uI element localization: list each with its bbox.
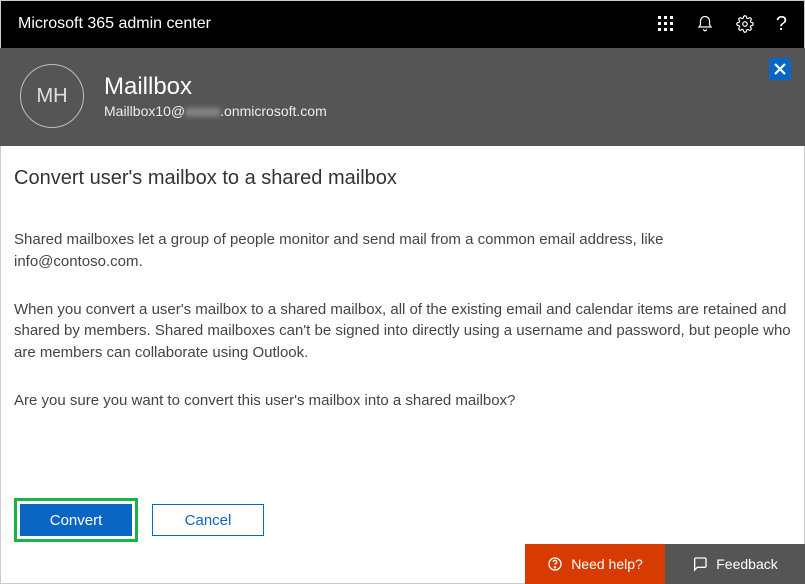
section-heading: Convert user's mailbox to a shared mailb… xyxy=(14,164,791,193)
feedback-label: Feedback xyxy=(716,556,777,572)
action-bar: Convert Cancel xyxy=(14,498,264,542)
panel-identity: Maillbox Maillbox10@xxxxx.onmicrosoft.co… xyxy=(104,73,327,119)
app-title: Microsoft 365 admin center xyxy=(18,15,658,33)
close-button[interactable] xyxy=(769,58,791,80)
feedback-button[interactable]: Feedback xyxy=(665,544,805,584)
paragraph-2: When you convert a user's mailbox to a s… xyxy=(14,299,791,364)
topbar-icons: ? xyxy=(658,13,787,36)
settings-icon[interactable] xyxy=(736,15,754,33)
notifications-icon[interactable] xyxy=(696,15,714,33)
content: Convert user's mailbox to a shared mailb… xyxy=(0,146,805,412)
convert-highlight: Convert xyxy=(14,498,138,542)
paragraph-3: Are you sure you want to convert this us… xyxy=(14,390,791,412)
paragraph-1: Shared mailboxes let a group of people m… xyxy=(14,229,791,273)
panel-header: MH Maillbox Maillbox10@xxxxx.onmicrosoft… xyxy=(0,48,805,146)
panel-email: Maillbox10@xxxxx.onmicrosoft.com xyxy=(104,103,327,119)
cancel-button[interactable]: Cancel xyxy=(152,504,264,536)
help-circle-icon xyxy=(547,556,563,572)
app-launcher-icon[interactable] xyxy=(658,16,674,32)
feedback-icon xyxy=(692,556,708,572)
need-help-label: Need help? xyxy=(571,556,643,572)
help-icon[interactable]: ? xyxy=(776,13,787,36)
topbar: Microsoft 365 admin center ? xyxy=(0,0,805,48)
need-help-button[interactable]: Need help? xyxy=(525,544,665,584)
avatar: MH xyxy=(20,64,84,128)
footer: Need help? Feedback xyxy=(525,544,805,584)
panel-title: Maillbox xyxy=(104,73,327,101)
avatar-initials: MH xyxy=(36,85,67,108)
convert-button[interactable]: Convert xyxy=(20,504,132,536)
